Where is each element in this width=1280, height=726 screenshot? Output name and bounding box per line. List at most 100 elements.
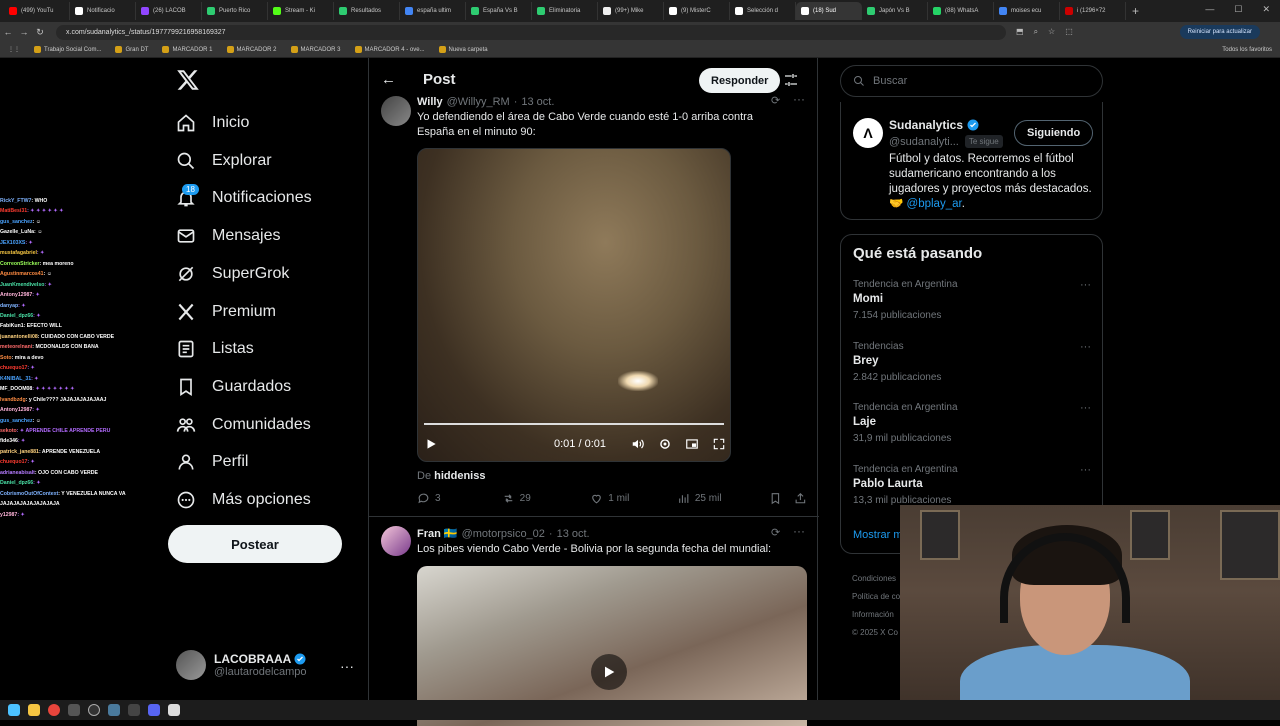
zoom-icon[interactable]: ⌕ [1034,27,1038,37]
author-name[interactable]: Fran 🇸🇪 [417,527,458,540]
sidebar-item-premium[interactable]: Premium [176,297,276,327]
bookmark-item[interactable]: Gran DT [115,46,148,53]
all-bookmarks[interactable]: Todos los favoritos [1222,47,1272,53]
video-player[interactable]: 0:01 / 0:01 [417,148,731,462]
bookmark-item[interactable]: MARCADOR 1 [162,46,213,53]
star-icon[interactable]: ☆ [1048,27,1055,37]
bookmark-item[interactable]: MARCADOR 2 [226,46,277,53]
avatar[interactable] [381,526,411,556]
browser-tab[interactable]: moises ecu [994,2,1060,20]
browser-tab[interactable]: (18) Sud [796,2,862,20]
url-field[interactable]: x.com/sudanalytics_/status/1977799216958… [56,24,1006,40]
browser-tab[interactable]: Selección d [730,2,796,20]
pip-icon[interactable] [685,437,699,451]
x-logo-icon[interactable] [176,68,200,92]
settings-icon[interactable] [658,437,672,451]
sidebar-item-perfil[interactable]: Perfil [176,447,248,477]
bookmark-icon[interactable] [769,492,782,505]
sidebar-item-guardados[interactable]: Guardados [176,372,291,402]
search-input[interactable]: Buscar [840,65,1103,97]
like-action[interactable]: 1 mil [590,492,677,505]
reply-action[interactable]: 3 [417,492,502,505]
trend-item[interactable]: Tendencia en Argentina Laje 31,9 mil publi… [853,402,1091,444]
browser-tab[interactable]: españa ultim [400,2,466,20]
tweet-date[interactable]: 13 oct. [557,528,590,540]
bio-link[interactable]: @bplay_ar [907,198,962,210]
filter-icon[interactable] [783,72,799,88]
browser-tab[interactable]: (88) WhatsA [928,2,994,20]
close-icon[interactable]: ✕ [1262,4,1270,15]
footer-link[interactable]: © 2025 X Co [852,624,900,642]
play-button[interactable] [591,654,627,690]
reload-icon[interactable]: ↻ [32,27,48,38]
repost-action[interactable]: 29 [502,492,591,505]
volume-icon[interactable] [631,437,645,451]
play-icon[interactable] [424,437,438,451]
grok-icon[interactable]: ⟳ [771,94,780,107]
from-user[interactable]: hiddeniss [434,470,485,482]
trend-more-icon[interactable]: ··· [1080,402,1091,414]
file-explorer-icon[interactable] [28,704,40,716]
video-progress-bar[interactable] [424,423,724,425]
sidebar-item-comunidades[interactable]: Comunidades [176,410,311,440]
footer-link[interactable]: Política de co [852,588,900,606]
app-icon[interactable] [168,704,180,716]
minimize-icon[interactable]: — [1205,4,1214,15]
show-more-link[interactable]: Mostrar m [853,529,903,541]
following-button[interactable]: Siguiendo [1014,120,1094,146]
app-icon[interactable] [128,704,140,716]
new-tab-icon[interactable]: + [1126,4,1145,18]
browser-tab[interactable]: Eliminatoria [532,2,598,20]
trend-item[interactable]: Tendencia en Argentina Momi 7.154 publicac… [853,279,1091,321]
browser-tab[interactable]: Puerto Rico [202,2,268,20]
sidebar-item-inicio[interactable]: Inicio [176,108,249,138]
fullscreen-icon[interactable] [712,437,726,451]
maximize-icon[interactable]: ☐ [1234,4,1242,15]
browser-tab[interactable]: Resultados [334,2,400,20]
bookmark-item[interactable]: Nueva carpeta [438,46,488,53]
trend-item[interactable]: Tendencia en Argentina Pablo Laurta 13,3 m… [853,464,1091,506]
tweet-date[interactable]: 13 oct. [521,96,554,108]
apps-icon[interactable]: ⋮⋮ [8,46,20,53]
back-arrow-icon[interactable]: ← [381,71,396,88]
browser-tab[interactable]: (9) MisterC [664,2,730,20]
footer-link[interactable]: Información [852,606,900,624]
sidebar-item-m-s-opciones[interactable]: Más opciones [176,485,311,515]
browser-tab[interactable]: Japón Vs B [862,2,928,20]
share-icon[interactable] [794,492,807,505]
grok-icon[interactable]: ⟳ [771,526,780,539]
profile-handle[interactable]: @sudanalyti... [889,136,959,148]
bookmark-item[interactable]: Trabajo Social Com... [34,46,101,53]
account-switcher[interactable]: LACOBRAAA @lautarodelcampo [176,650,307,680]
trend-more-icon[interactable]: ··· [1080,279,1091,291]
trend-item[interactable]: Tendencias Brey 2.842 publicaciones ··· [853,341,1091,383]
sidebar-item-supergrok[interactable]: SuperGrok [176,259,289,289]
browser-tab[interactable]: i (1296×72 [1060,2,1126,20]
reply-button[interactable]: Responder [699,68,781,93]
sudanalytics-logo-icon[interactable]: Λ [853,118,883,148]
browser-tab[interactable]: España Vs B [466,2,532,20]
author-name[interactable]: Willy [417,96,443,108]
app-icon[interactable] [108,704,120,716]
tweet-more-icon[interactable]: ··· [793,524,805,538]
avatar[interactable] [381,96,411,126]
extension-icon[interactable]: ⬚ [1065,27,1073,37]
forward-icon[interactable]: → [16,27,32,37]
views-action[interactable]: 25 mil [677,492,770,505]
footer-link[interactable]: Condiciones [852,570,900,588]
author-handle[interactable]: @Willyy_RM [447,96,510,108]
obs-icon[interactable] [88,704,100,716]
sidebar-item-explorar[interactable]: Explorar [176,146,272,176]
tweet-more-icon[interactable]: ··· [793,92,805,106]
back-icon[interactable]: ← [0,27,16,37]
sidebar-item-listas[interactable]: Listas [176,334,254,364]
trend-more-icon[interactable]: ··· [1080,464,1091,476]
account-more-icon[interactable]: ··· [340,658,354,674]
browser-tab[interactable]: Stream - Ki [268,2,334,20]
trend-more-icon[interactable]: ··· [1080,341,1091,353]
sidebar-item-mensajes[interactable]: Mensajes [176,221,280,251]
browser-tab[interactable]: Notificacio [70,2,136,20]
chrome-icon[interactable] [48,704,60,716]
install-icon[interactable]: ⬒ [1016,27,1024,37]
author-handle[interactable]: @motorpsico_02 [462,528,545,540]
